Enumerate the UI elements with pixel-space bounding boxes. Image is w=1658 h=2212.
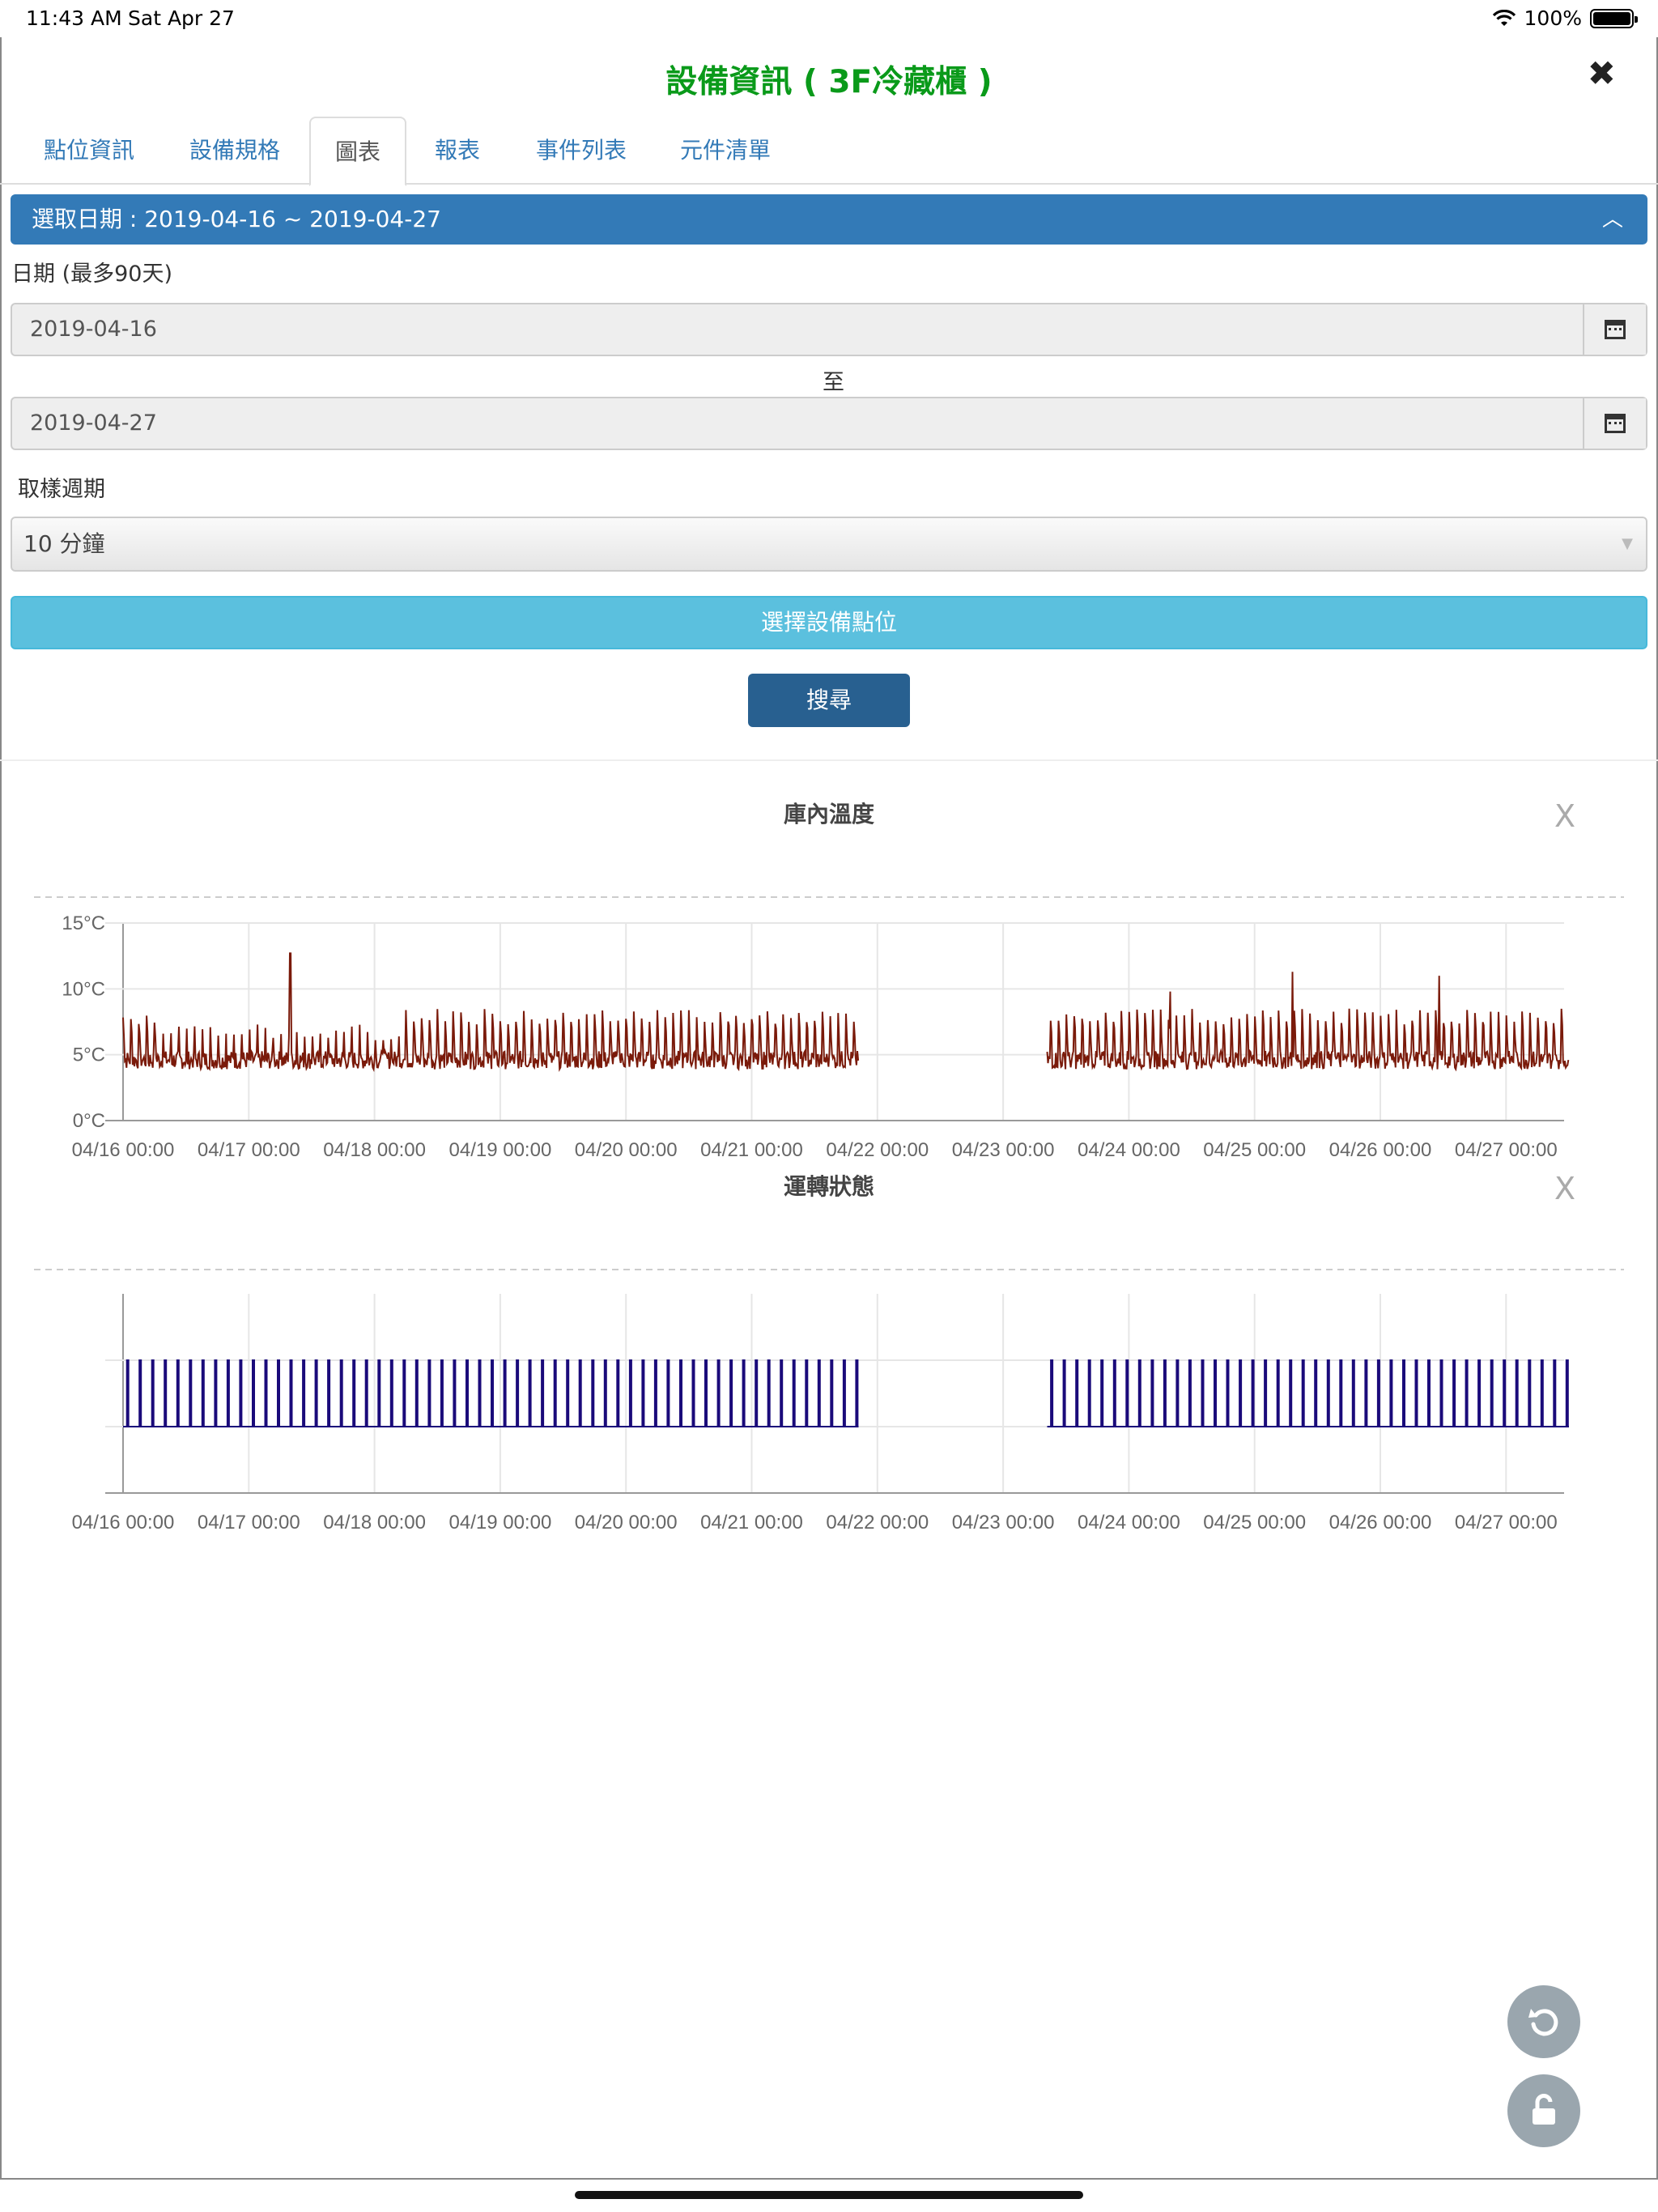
x-tick-label: 04/25 00:00 xyxy=(1203,1139,1306,1161)
y-tick-label: 15°C xyxy=(62,912,105,934)
status-series-line xyxy=(1047,1359,1569,1427)
home-indicator xyxy=(575,2191,1083,2199)
x-tick-label: 04/18 00:00 xyxy=(323,1139,426,1161)
x-tick-label: 04/18 00:00 xyxy=(323,1512,426,1534)
charts-canvas: 04/16 00:00 04/17 00:00 04/18 00:00 04/19 0… xyxy=(34,896,1624,1534)
x-tick-label: 04/21 00:00 xyxy=(700,1139,803,1161)
x-tick-label: 04/22 00:00 xyxy=(826,1139,929,1161)
y-tick-label: 0°C xyxy=(73,1110,105,1132)
x-tick-label: 04/27 00:00 xyxy=(1455,1512,1558,1534)
unlock-button[interactable] xyxy=(1507,2074,1580,2147)
refresh-icon xyxy=(1528,2009,1558,2036)
x-tick-label: 04/24 00:00 xyxy=(1078,1139,1180,1161)
status-series-line xyxy=(123,1359,859,1427)
x-tick-label: 04/23 00:00 xyxy=(952,1139,1055,1161)
x-tick-label: 04/26 00:00 xyxy=(1329,1139,1432,1161)
x-tick-label: 04/19 00:00 xyxy=(449,1512,552,1534)
x-tick-label: 04/27 00:00 xyxy=(1455,1139,1558,1161)
x-tick-label: 04/24 00:00 xyxy=(1078,1512,1180,1534)
x-tick-label: 04/22 00:00 xyxy=(826,1512,929,1534)
x-tick-label: 04/19 00:00 xyxy=(449,1139,552,1161)
x-tick-label: 04/26 00:00 xyxy=(1329,1512,1432,1534)
temperature-series-line xyxy=(122,952,860,1073)
x-tick-label: 04/17 00:00 xyxy=(198,1512,300,1534)
x-tick-label: 04/20 00:00 xyxy=(575,1512,678,1534)
x-tick-label: 04/25 00:00 xyxy=(1203,1512,1306,1534)
x-tick-label: 04/17 00:00 xyxy=(198,1139,300,1161)
y-tick-label: 5°C xyxy=(73,1044,105,1066)
x-tick-label: 04/16 00:00 xyxy=(72,1139,175,1161)
x-tick-label: 04/20 00:00 xyxy=(575,1139,678,1161)
unlock-icon xyxy=(1533,2094,1555,2125)
x-tick-label: 04/16 00:00 xyxy=(72,1512,175,1534)
y-tick-label: 10°C xyxy=(62,978,105,1000)
x-tick-label: 04/23 00:00 xyxy=(952,1512,1055,1534)
x-tick-label: 04/21 00:00 xyxy=(700,1512,803,1534)
refresh-button[interactable] xyxy=(1507,1985,1580,2058)
